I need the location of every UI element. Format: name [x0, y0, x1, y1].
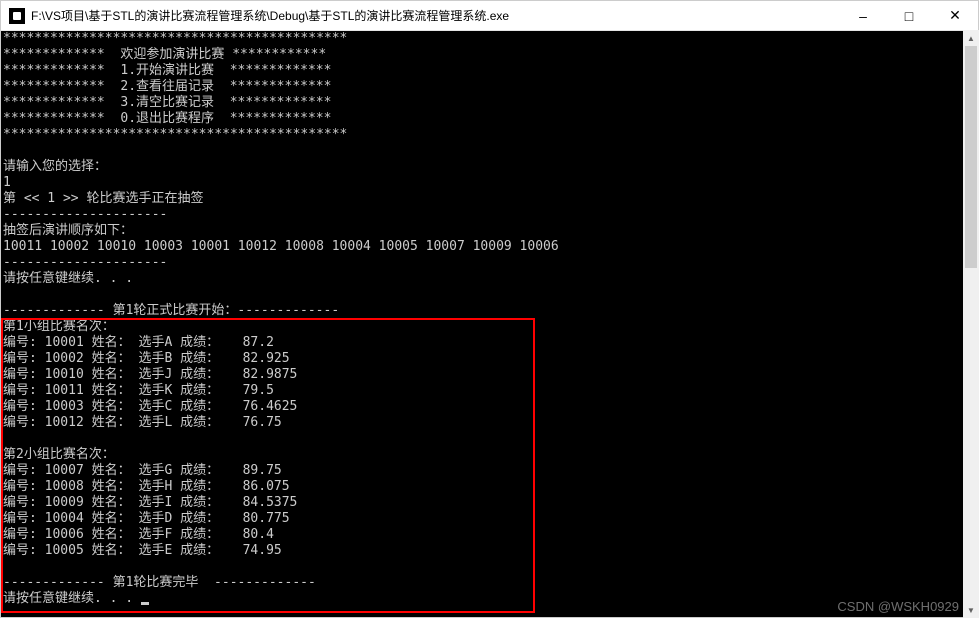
menu-opt0: ************* 0.退出比赛程序 ************* [3, 111, 331, 126]
result-row: 编号: 10004 姓名： 选手D 成绩： 80.775 [3, 511, 290, 526]
order-label: 抽签后演讲顺序如下： [3, 223, 133, 238]
prompt-input: 1 [3, 175, 11, 190]
cursor [141, 602, 149, 605]
order-ids: 10011 10002 10010 10003 10001 10012 1000… [3, 239, 559, 254]
draw-dash2: --------------------- [3, 255, 167, 270]
titlebar: F:\VS项目\基于STL的演讲比赛流程管理系统\Debug\基于STL的演讲比… [1, 1, 978, 31]
prompt-ask: 请输入您的选择： [3, 159, 107, 174]
result-row: 编号: 10010 姓名： 选手J 成绩： 82.9875 [3, 367, 297, 382]
menu-border-top: ****************************************… [3, 31, 347, 46]
result-row: 编号: 10008 姓名： 选手H 成绩： 86.075 [3, 479, 290, 494]
scroll-down-icon[interactable]: ▼ [963, 602, 979, 618]
result-row: 编号: 10009 姓名： 选手I 成绩： 84.5375 [3, 495, 297, 510]
group1-title: 第1小组比赛名次： [3, 319, 115, 334]
result-row: 编号: 10011 姓名： 选手K 成绩： 79.5 [3, 383, 274, 398]
menu-opt2: ************* 2.查看往届记录 ************* [3, 79, 331, 94]
window-controls: – □ ✕ [840, 1, 978, 30]
continue-prompt-2: 请按任意键继续. . . [3, 591, 141, 606]
menu-welcome: ************* 欢迎参加演讲比赛 ************ [3, 47, 326, 62]
scrollbar-thumb[interactable] [965, 46, 977, 268]
group2-title: 第2小组比赛名次： [3, 447, 115, 462]
result-row: 编号: 10006 姓名： 选手F 成绩： 80.4 [3, 527, 274, 542]
scrollbar-track[interactable] [963, 46, 979, 602]
watermark: CSDN @WSKH0929 [837, 599, 959, 614]
result-row: 编号: 10007 姓名： 选手G 成绩： 89.75 [3, 463, 282, 478]
result-row: 编号: 10002 姓名： 选手B 成绩： 82.925 [3, 351, 290, 366]
menu-opt3: ************* 3.清空比赛记录 ************* [3, 95, 331, 110]
result-row: 编号: 10001 姓名： 选手A 成绩： 87.2 [3, 335, 274, 350]
window-title: F:\VS项目\基于STL的演讲比赛流程管理系统\Debug\基于STL的演讲比… [31, 7, 840, 24]
continue-prompt-1: 请按任意键继续. . . [3, 271, 133, 286]
console-output: ****************************************… [1, 31, 978, 617]
app-icon [9, 8, 25, 24]
app-window: F:\VS项目\基于STL的演讲比赛流程管理系统\Debug\基于STL的演讲比… [0, 0, 979, 618]
close-button[interactable]: ✕ [932, 1, 978, 30]
round-drawing: 第 << 1 >> 轮比赛选手正在抽签 [3, 191, 203, 206]
vertical-scrollbar[interactable]: ▲ ▼ [963, 30, 979, 618]
minimize-button[interactable]: – [840, 1, 886, 30]
round1-end: ------------- 第1轮比赛完毕 ------------- [3, 575, 324, 590]
draw-dash: --------------------- [3, 207, 167, 222]
menu-opt1: ************* 1.开始演讲比赛 ************* [3, 63, 331, 78]
maximize-button[interactable]: □ [886, 1, 932, 30]
round1-start: ------------- 第1轮正式比赛开始：------------- [3, 303, 347, 318]
result-row: 编号: 10012 姓名： 选手L 成绩： 76.75 [3, 415, 282, 430]
result-row: 编号: 10005 姓名： 选手E 成绩： 74.95 [3, 543, 282, 558]
menu-border-bottom: ****************************************… [3, 127, 347, 142]
scroll-up-icon[interactable]: ▲ [963, 30, 979, 46]
result-row: 编号: 10003 姓名： 选手C 成绩： 76.4625 [3, 399, 297, 414]
